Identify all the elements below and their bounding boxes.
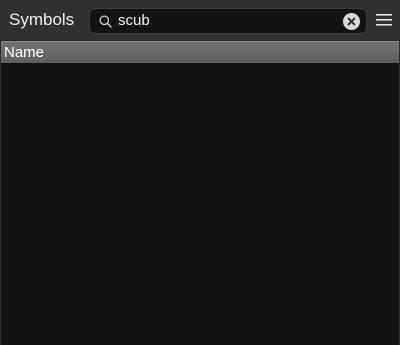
- menu-button[interactable]: [376, 13, 392, 27]
- column-header-name[interactable]: Name: [1, 41, 399, 63]
- search-field[interactable]: [89, 8, 367, 34]
- hamburger-menu-icon: [376, 14, 392, 26]
- symbols-panel: Symbols scub Name: [0, 0, 400, 345]
- column-header-label: Name: [4, 44, 45, 61]
- panel-title: Symbols: [9, 10, 75, 29]
- clear-icon: [347, 17, 356, 26]
- search-input[interactable]: [118, 11, 328, 31]
- search-icon: [99, 15, 112, 28]
- symbols-list[interactable]: [1, 63, 399, 345]
- clear-search-button[interactable]: [343, 13, 360, 30]
- panel-header: Symbols: [0, 0, 400, 41]
